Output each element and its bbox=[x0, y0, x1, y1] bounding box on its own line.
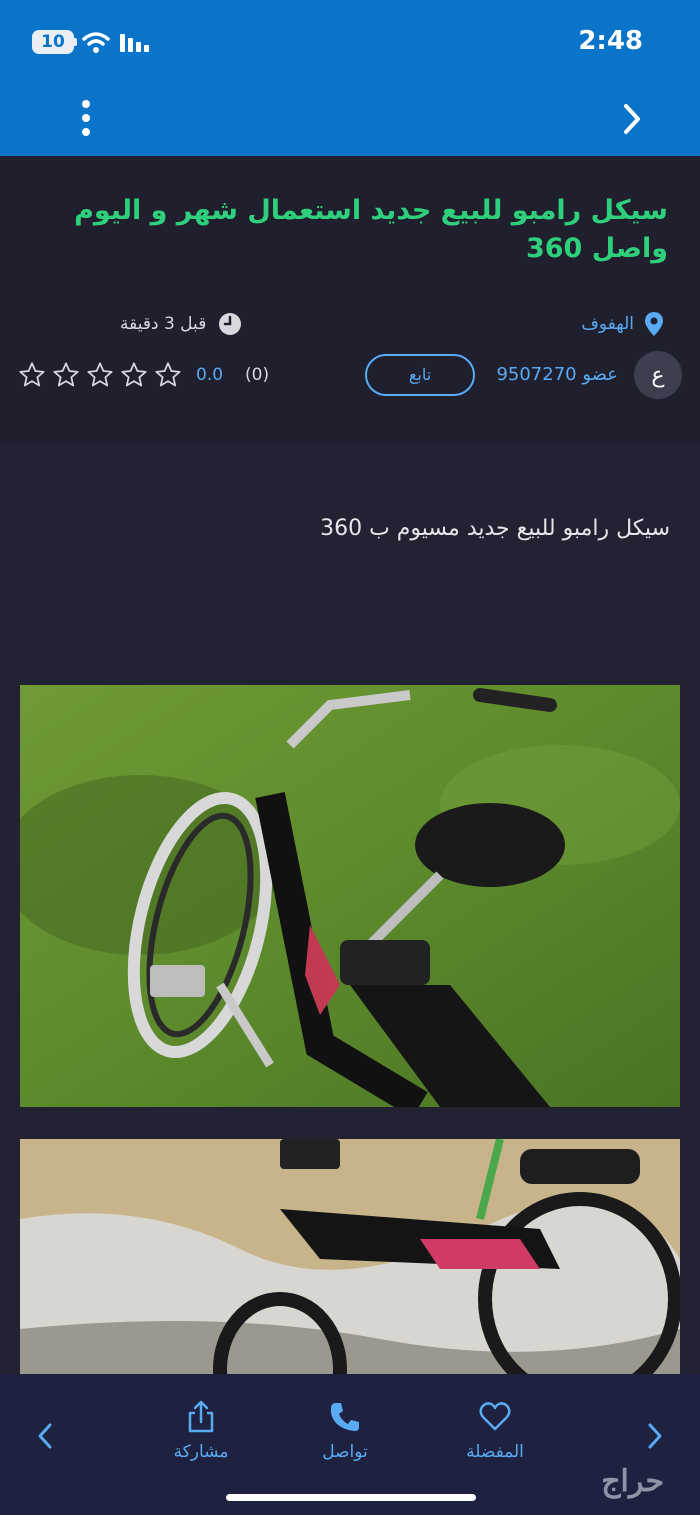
app-header: 10 2:48 bbox=[0, 0, 700, 156]
favorite-button[interactable]: المفضلة bbox=[460, 1400, 530, 1462]
star-icon bbox=[121, 362, 147, 387]
posted-time-text: قبل 3 دقيقة bbox=[120, 314, 207, 334]
listing-content: سيكل رامبو للبيع جديد مسيوم ب 360 bbox=[0, 444, 700, 1374]
rating-value: 0.0 bbox=[196, 365, 224, 385]
battery-indicator: 10 bbox=[32, 30, 77, 54]
favorite-label: المفضلة bbox=[466, 1442, 524, 1462]
heart-icon bbox=[479, 1402, 511, 1431]
listing-description: سيكل رامبو للبيع جديد مسيوم ب 360 bbox=[320, 516, 670, 541]
contact-label: تواصل bbox=[322, 1442, 368, 1462]
star-icon bbox=[53, 362, 79, 387]
star-icon bbox=[87, 362, 113, 387]
location-text: الهفوف bbox=[581, 314, 634, 334]
seller-rating: 0.0 (0) bbox=[18, 361, 269, 389]
bicycle-photo-wall bbox=[20, 1139, 680, 1374]
wifi-icon bbox=[82, 32, 110, 53]
bottom-navigation: مشاركة تواصل المفضلة حراج bbox=[0, 1374, 700, 1515]
posted-time: قبل 3 دقيقة bbox=[120, 312, 242, 336]
chevron-left-icon[interactable] bbox=[36, 1422, 54, 1450]
listing-photo[interactable] bbox=[20, 685, 680, 1107]
listing-info: سيكل رامبو للبيع جديد استعمال شهر و اليو… bbox=[0, 156, 700, 444]
share-label: مشاركة bbox=[173, 1442, 229, 1462]
avatar[interactable]: ع bbox=[634, 351, 682, 399]
share-button[interactable]: مشاركة bbox=[172, 1400, 230, 1462]
bicycle-photo-grass bbox=[20, 685, 680, 1107]
phone-icon bbox=[330, 1403, 359, 1431]
listing-photo[interactable] bbox=[20, 1139, 680, 1374]
share-icon bbox=[188, 1400, 214, 1433]
rating-stars bbox=[18, 361, 182, 389]
contact-button[interactable]: تواصل bbox=[318, 1400, 372, 1462]
listing-title: سيكل رامبو للبيع جديد استعمال شهر و اليو… bbox=[74, 195, 668, 264]
star-icon bbox=[155, 362, 181, 387]
signal-icon bbox=[120, 34, 149, 52]
location-link[interactable]: الهفوف bbox=[581, 312, 664, 336]
status-time: 2:48 bbox=[578, 26, 643, 56]
follow-button[interactable]: تابع bbox=[365, 354, 475, 396]
chevron-right-icon[interactable] bbox=[646, 1422, 664, 1450]
location-pin-icon bbox=[645, 312, 663, 336]
back-chevron-icon[interactable] bbox=[620, 102, 644, 136]
menu-dots-icon[interactable] bbox=[76, 98, 96, 138]
clock-icon bbox=[219, 313, 242, 335]
rating-count: (0) bbox=[245, 365, 270, 385]
star-icon bbox=[19, 362, 45, 387]
brand-logo: حراج bbox=[601, 1464, 664, 1499]
member-id[interactable]: عضو 9507270 bbox=[496, 364, 618, 385]
home-indicator bbox=[226, 1494, 476, 1501]
